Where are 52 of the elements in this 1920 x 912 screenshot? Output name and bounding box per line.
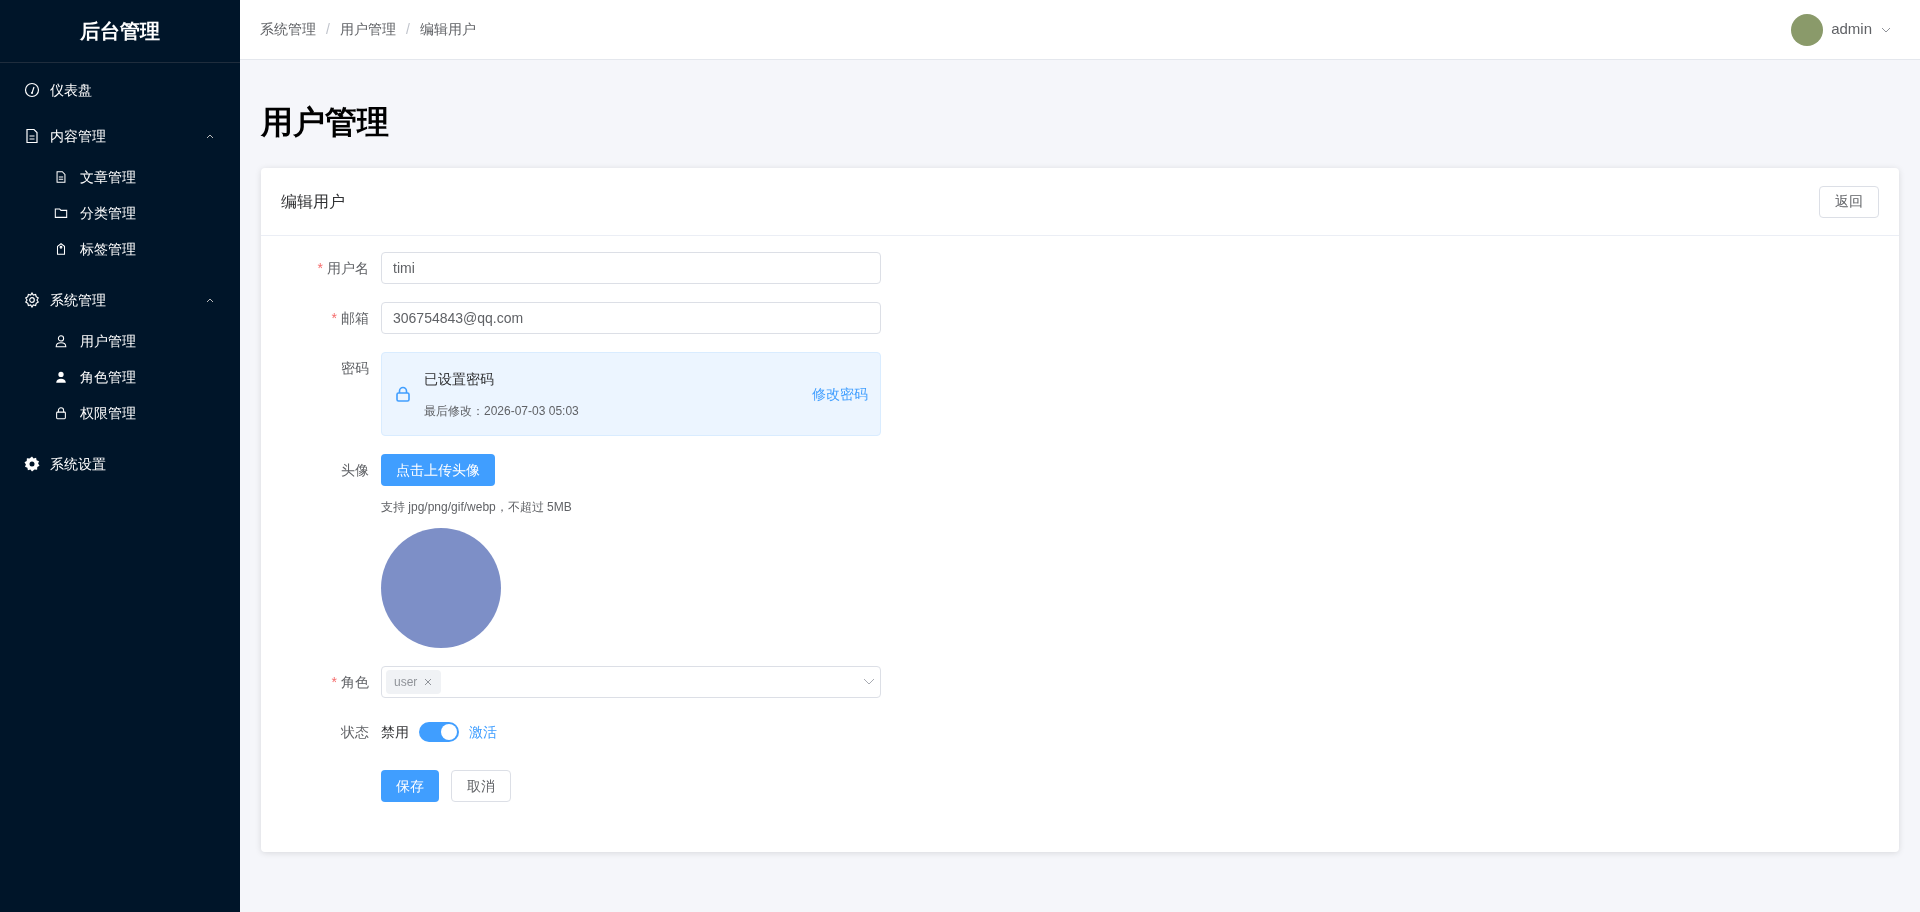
submenu-item[interactable]: 用户管理: [0, 323, 240, 359]
avatar-placeholder: [1791, 13, 1824, 46]
switch-on-label: 激活: [469, 722, 497, 742]
back-button[interactable]: 返回: [1819, 185, 1879, 218]
text-field[interactable]: 306754843@qq.com: [381, 302, 881, 334]
breadcrumb-separator: /: [326, 20, 330, 39]
role-tag: user: [386, 670, 442, 694]
submenu-item[interactable]: 权限管理: [0, 395, 240, 431]
submenu-item[interactable]: 文章管理: [0, 159, 240, 195]
field-label: 邮箱: [341, 308, 369, 328]
menu-item[interactable]: 系统设置: [0, 441, 240, 487]
menu-group[interactable]: 内容管理: [0, 113, 240, 159]
submenu-item[interactable]: 分类管理: [0, 195, 240, 231]
field-label: 用户名: [327, 258, 369, 278]
user-icon: [54, 334, 68, 348]
document-icon: [54, 170, 68, 184]
required-mark: *: [331, 308, 337, 328]
breadcrumb-link[interactable]: 系统管理: [260, 19, 316, 40]
lock-icon: [394, 385, 412, 403]
cancel-button[interactable]: 取消: [451, 770, 511, 802]
status-switch[interactable]: [419, 722, 459, 742]
app-title: 后台管理: [80, 19, 160, 44]
settings-icon: [24, 456, 40, 472]
folder-icon: [54, 206, 68, 220]
field-label: 状态: [341, 722, 369, 742]
required-mark: *: [317, 258, 323, 278]
password-status: 已设置密码: [424, 369, 495, 389]
close-icon: [423, 677, 434, 687]
breadcrumb-separator: /: [405, 20, 410, 39]
page-title: 用户管理: [261, 106, 390, 138]
submenu-item[interactable]: 角色管理: [0, 359, 240, 395]
card-title: 编辑用户: [281, 191, 345, 212]
user-menu[interactable]: admin: [1791, 13, 1900, 46]
upload-hint: 支持 jpg/png/gif/webp，不超过 5MB: [381, 499, 573, 516]
lock-icon: [54, 406, 68, 420]
field-label: 头像: [341, 460, 369, 480]
menu-item[interactable]: 仪表盘: [0, 67, 240, 113]
person-icon: [54, 370, 68, 384]
gear-icon: [24, 292, 40, 308]
document-icon: [24, 128, 40, 144]
menu-group[interactable]: 系统管理: [0, 277, 240, 323]
breadcrumb-link[interactable]: 用户管理: [339, 19, 396, 40]
text-field[interactable]: timi: [381, 252, 881, 284]
breadcrumb-link[interactable]: 编辑用户: [419, 19, 476, 40]
tag-icon: [54, 242, 68, 256]
required-mark: *: [331, 672, 337, 692]
field-label: 密码: [341, 358, 369, 378]
submenu-item[interactable]: 标签管理: [0, 231, 240, 267]
switch-off-label: 禁用: [381, 722, 409, 742]
field-label: 角色: [341, 672, 369, 692]
last-modified-text: 最后修改：2026-07-03 05:03: [424, 402, 580, 420]
gauge-icon: [24, 82, 40, 98]
